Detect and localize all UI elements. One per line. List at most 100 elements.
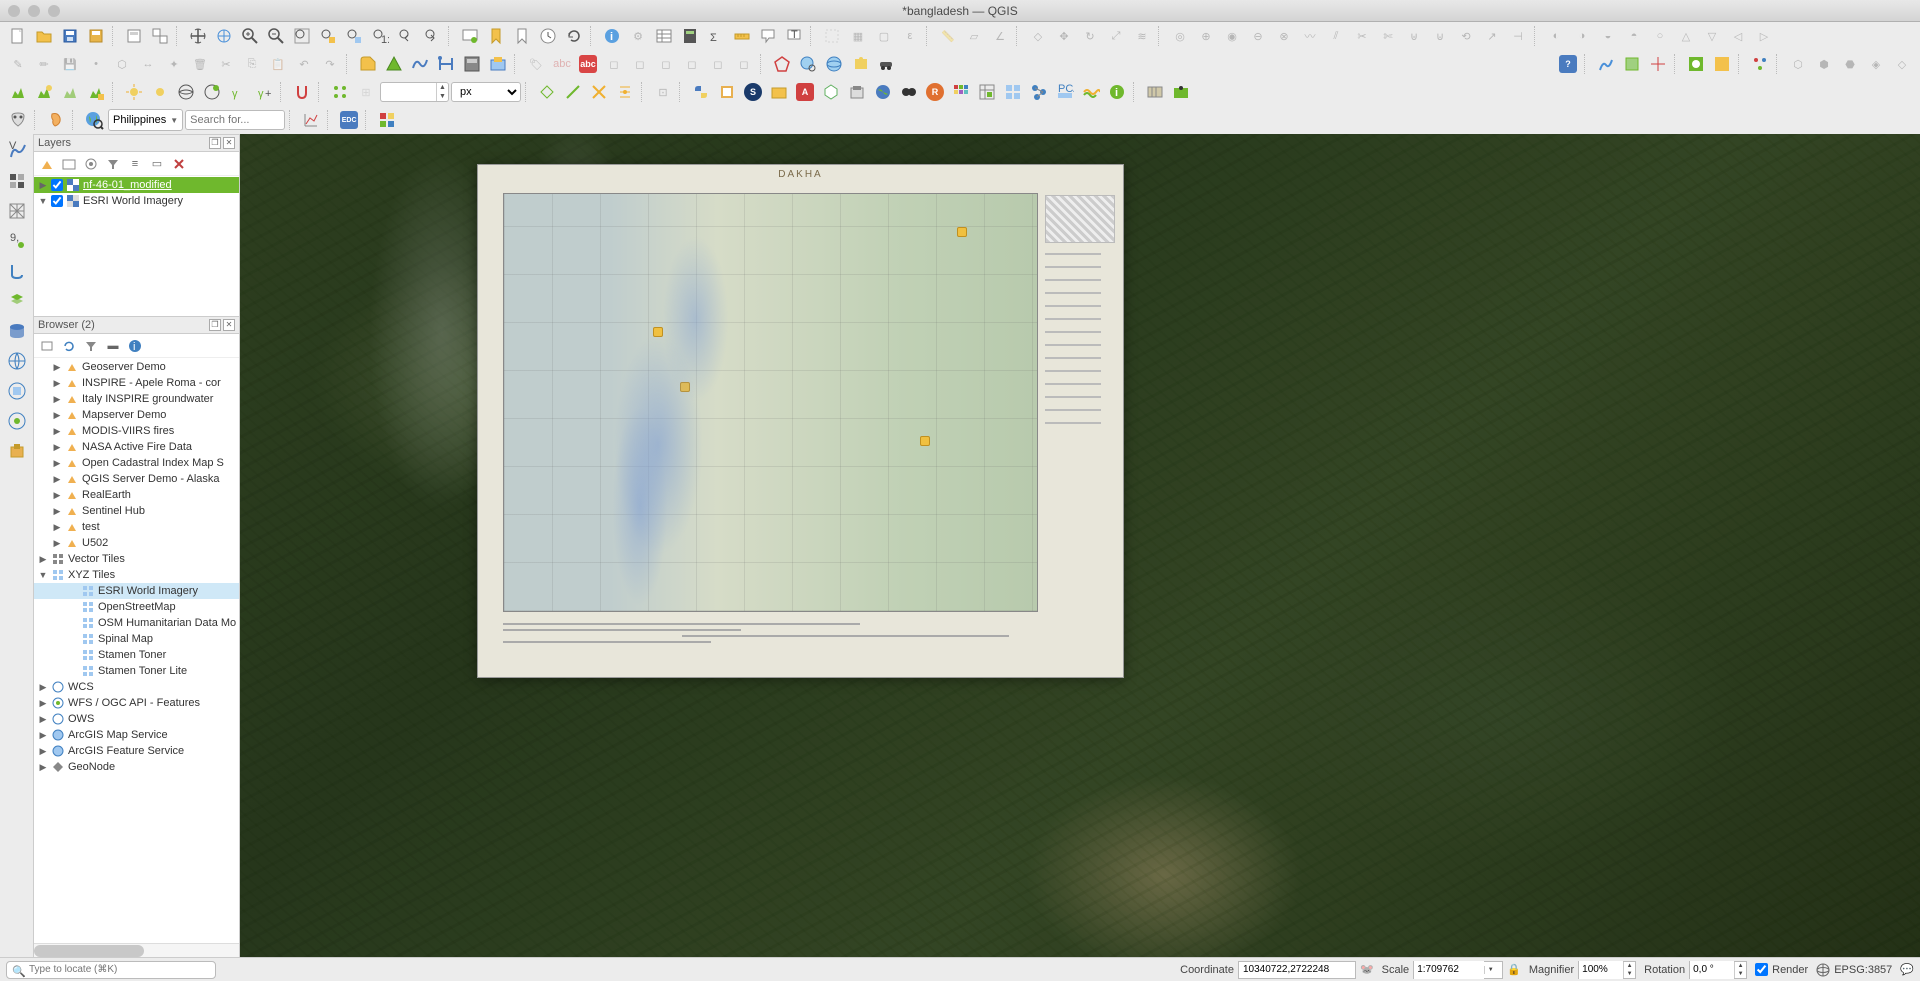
- open-attribute-table-button[interactable]: [652, 24, 676, 48]
- messages-icon[interactable]: 💬: [1900, 963, 1914, 976]
- add-group-icon[interactable]: [60, 155, 78, 173]
- profile-tool-2[interactable]: [32, 80, 56, 104]
- browser-item[interactable]: ▶Italy INSPIRE groundwater: [34, 391, 239, 407]
- add-icon[interactable]: [38, 337, 56, 355]
- topo-tool-2[interactable]: [561, 80, 585, 104]
- search-input[interactable]: [185, 110, 285, 130]
- browser-item[interactable]: ▶GeoNode: [34, 759, 239, 775]
- browser-item[interactable]: ▶Open Cadastral Index Map S: [34, 455, 239, 471]
- layer-styling-icon[interactable]: [38, 155, 56, 173]
- expand-icon[interactable]: ▶: [38, 730, 48, 741]
- magnifier-spin[interactable]: ▲▼: [1578, 961, 1636, 979]
- identify-button[interactable]: i: [600, 24, 624, 48]
- plugin-row3-16[interactable]: i: [1105, 80, 1129, 104]
- locator-search[interactable]: 🔍: [6, 961, 216, 979]
- plugin-row3-4[interactable]: A: [793, 80, 817, 104]
- gamma-tool-1[interactable]: γ: [226, 80, 250, 104]
- browser-item[interactable]: ▶WCS: [34, 679, 239, 695]
- plugin-btn-3[interactable]: [1646, 52, 1670, 76]
- browser-item[interactable]: ▶OWS: [34, 711, 239, 727]
- panel-float-icon[interactable]: ❐: [209, 319, 221, 331]
- layer-visibility-checkbox[interactable]: [51, 179, 63, 191]
- browser-item[interactable]: ▶INSPIRE - Apele Roma - cor: [34, 375, 239, 391]
- plugin-row3-7[interactable]: [871, 80, 895, 104]
- shape-digitize-5[interactable]: [460, 52, 484, 76]
- spin-down-icon[interactable]: ▼: [1735, 970, 1746, 978]
- magnifier-input[interactable]: [1579, 961, 1623, 979]
- zoom-next-button[interactable]: [420, 24, 444, 48]
- browser-item[interactable]: ▶NASA Active Fire Data: [34, 439, 239, 455]
- plugin-btn-1[interactable]: [1594, 52, 1618, 76]
- expand-icon[interactable]: ▶: [52, 522, 62, 533]
- shape-digitize-2[interactable]: [382, 52, 406, 76]
- browser-item[interactable]: ▶test: [34, 519, 239, 535]
- browser-item[interactable]: ▼XYZ Tiles: [34, 567, 239, 583]
- globe-search-button[interactable]: [82, 108, 106, 132]
- shape-digitize-3[interactable]: [408, 52, 432, 76]
- measure-button[interactable]: [730, 24, 754, 48]
- snap-tolerance-input[interactable]: 0: [381, 86, 436, 98]
- zoom-out-button[interactable]: [264, 24, 288, 48]
- spin-down-icon[interactable]: ▼: [437, 92, 448, 101]
- spin-down-icon[interactable]: ▼: [1624, 970, 1635, 978]
- expand-icon[interactable]: ▶: [52, 490, 62, 501]
- sun-icon-2[interactable]: [148, 80, 172, 104]
- expand-icon[interactable]: ▶: [38, 554, 48, 565]
- plugin-row3-17[interactable]: [1143, 80, 1167, 104]
- mesh-layer-icon[interactable]: [3, 198, 31, 224]
- expand-all-icon[interactable]: ≡: [126, 155, 144, 173]
- browser-item[interactable]: Stamen Toner: [34, 647, 239, 663]
- plugin-row3-11[interactable]: [975, 80, 999, 104]
- browser-item[interactable]: ▶RealEarth: [34, 487, 239, 503]
- plugin-row3-14[interactable]: PCA: [1053, 80, 1077, 104]
- region-dropdown[interactable]: Philippines ▼: [108, 109, 183, 131]
- chart-icon[interactable]: [299, 108, 323, 132]
- spatialite-icon[interactable]: [3, 258, 31, 284]
- refresh-icon[interactable]: [60, 337, 78, 355]
- expand-icon[interactable]: ▶: [52, 394, 62, 405]
- browser-item[interactable]: Spinal Map: [34, 631, 239, 647]
- shape-digitize-6[interactable]: [486, 52, 510, 76]
- sun-icon-1[interactable]: [122, 80, 146, 104]
- save-as-button[interactable]: [84, 24, 108, 48]
- plugin-row3-10[interactable]: [949, 80, 973, 104]
- topo-tool-3[interactable]: [587, 80, 611, 104]
- browser-item[interactable]: Stamen Toner Lite: [34, 663, 239, 679]
- puzzle-icon[interactable]: [848, 52, 872, 76]
- expand-icon[interactable]: ▼: [38, 196, 48, 206]
- globe-tool-1[interactable]: [174, 80, 198, 104]
- zoom-full-button[interactable]: [290, 24, 314, 48]
- show-bookmarks-button[interactable]: [510, 24, 534, 48]
- globe-tool-2[interactable]: [200, 80, 224, 104]
- spin-up-icon[interactable]: ▲: [1624, 962, 1635, 970]
- wfs-layer-icon[interactable]: [3, 408, 31, 434]
- plugin-row3-18[interactable]: [1169, 80, 1193, 104]
- expand-icon[interactable]: ▶: [52, 538, 62, 549]
- scrollbar-thumb[interactable]: [34, 945, 144, 957]
- zoom-native-button[interactable]: 1:1: [368, 24, 392, 48]
- print-layout-button[interactable]: [122, 24, 146, 48]
- plugin-row3-12[interactable]: [1001, 80, 1025, 104]
- expand-icon[interactable]: ▶: [38, 698, 48, 709]
- coordinate-input[interactable]: [1238, 961, 1356, 979]
- shape-digitize-1[interactable]: [356, 52, 380, 76]
- new-map-view-button[interactable]: [458, 24, 482, 48]
- temporal-controller-button[interactable]: [536, 24, 560, 48]
- expand-icon[interactable]: ▶: [38, 762, 48, 773]
- help-button[interactable]: ?: [1556, 52, 1580, 76]
- topo-tool-1[interactable]: [535, 80, 559, 104]
- plugin-row3-13[interactable]: [1027, 80, 1051, 104]
- refresh-button[interactable]: [562, 24, 586, 48]
- edc-button[interactable]: EDC: [337, 108, 361, 132]
- new-bookmark-button[interactable]: [484, 24, 508, 48]
- expand-icon[interactable]: ▶: [52, 474, 62, 485]
- layer-item[interactable]: ▼ ESRI World Imagery: [34, 193, 239, 209]
- panel-close-icon[interactable]: ✕: [223, 137, 235, 149]
- topo-tool-4[interactable]: [613, 80, 637, 104]
- collapse-icon[interactable]: ▶: [38, 180, 48, 191]
- ear-icon[interactable]: [44, 108, 68, 132]
- collapse-all-icon[interactable]: ▭: [148, 155, 166, 173]
- postgis-icon[interactable]: [3, 318, 31, 344]
- layer-item-selected[interactable]: ▶ nf-46-01_modified: [34, 177, 239, 193]
- plugin-row3-3[interactable]: [767, 80, 791, 104]
